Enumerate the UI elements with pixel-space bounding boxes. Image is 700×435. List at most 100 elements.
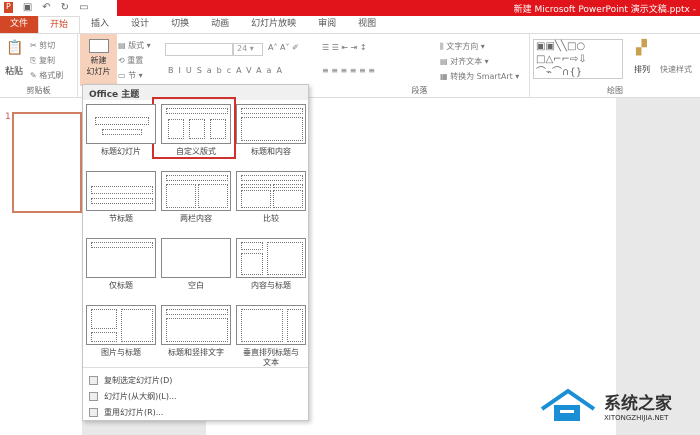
layout-option[interactable]: 节标题 [85,171,157,224]
watermark-url: XITONGZHIJIA.NET [604,413,669,422]
placeholder-box [91,198,153,204]
tab-view[interactable]: 视图 [347,16,387,33]
menu-item-reuse-slides[interactable]: 重用幻灯片(R)... [89,407,163,418]
layout-option[interactable]: 两栏内容 [160,171,232,224]
tab-design[interactable]: 设计 [120,16,160,33]
title-bar: P ▣ ↶ ↻ ▭ 新建 Microsoft PowerPoint 演示文稿.p… [0,0,700,16]
layout-label: 空白 [188,281,204,290]
placeholder-box [166,318,228,342]
layout-option[interactable]: 标题和内容 [235,104,307,157]
copy-label: 复制 [38,56,55,65]
layout-preview [86,305,156,345]
layout-label: 垂直排列标题与文本 [243,348,299,367]
placeholder-box [267,242,303,275]
paste-button[interactable]: 粘贴 [5,64,23,77]
placeholder-box [91,242,153,248]
layout-preview [161,305,231,345]
tab-animations[interactable]: 动画 [200,16,240,33]
copy-button[interactable]: ⎘ 复制 [30,55,55,66]
placeholder-box [166,184,196,208]
house-logo-icon [540,388,596,421]
menu-item-label: 幻灯片(从大纲)(L)... [104,392,177,401]
placeholder-box [287,309,303,342]
font-name-select[interactable] [165,43,233,56]
font-size-buttons[interactable]: A˄ A˅ ✐ [268,43,299,52]
new-slide-label-2: 幻灯片 [86,67,111,76]
paste-icon: 📋 [6,40,24,56]
font-format-buttons[interactable]: BIUSabcAVAaA [168,66,287,75]
section-button[interactable]: ▭ 节 ▾ [118,70,143,81]
placeholder-box [241,242,263,250]
format-painter-button[interactable]: ✎ 格式刷 [30,70,63,81]
layout-option[interactable]: 标题幻灯片 [85,104,157,157]
new-slide-button[interactable]: 新建 幻灯片 [80,34,117,86]
layout-label: 图片与标题 [101,348,141,357]
reset-button[interactable]: ⟲ 重置 [118,55,143,66]
new-slide-icon [88,39,109,53]
menu-separator [83,367,308,368]
layout-preview [86,104,156,144]
menu-item-label: 复制选定幻灯片(D) [104,376,173,385]
quick-access-toolbar: P ▣ ↶ ↻ ▭ [4,2,89,13]
layout-label: 版式 [128,41,145,50]
watermark-name: 系统之家 [604,393,672,414]
powerpoint-icon: P [4,2,13,13]
cut-label: 剪切 [39,41,56,50]
placeholder-box [273,190,303,208]
slide-number: 1 [5,112,11,122]
placeholder-box [241,253,263,275]
layout-option[interactable]: 比较 [235,171,307,224]
layout-preview [236,104,306,144]
layout-preview [161,238,231,278]
clipboard-group-label: 剪贴板 [26,86,51,95]
present-icon[interactable]: ▭ [79,2,88,13]
layout-preview [161,171,231,211]
tab-transitions[interactable]: 切换 [160,16,200,33]
placeholder-box [168,119,184,139]
tab-home[interactable]: 开始 [38,16,81,33]
layout-option[interactable]: 自定义版式 [160,104,232,157]
new-slide-dropdown: Office 主题 标题幻灯片 自定义版式 标题和内容 节标题 两栏内容 比较 仅标题 空白内… [82,84,309,421]
placeholder-box [166,108,228,114]
layout-option[interactable]: 仅标题 [85,238,157,291]
reset-label: 重置 [127,56,144,65]
cut-button[interactable]: ✂ 剪切 [30,40,55,51]
tab-slideshow[interactable]: 幻灯片放映 [240,16,307,33]
tab-insert[interactable]: 插入 [80,16,120,33]
tab-review[interactable]: 审阅 [307,16,347,33]
duplicate-icon [89,376,98,385]
placeholder-box [166,309,228,315]
layout-option[interactable]: 空白 [160,238,232,291]
layout-preview [86,171,156,211]
font-size-select[interactable]: 24 ▾ [233,43,263,56]
paragraph-group-label: 段落 [411,86,428,95]
layout-preview [236,171,306,211]
reuse-icon [89,408,98,417]
layout-option[interactable]: 图片与标题 [85,305,157,358]
placeholder-box [166,175,228,181]
menu-item-duplicate-slides[interactable]: 复制选定幻灯片(D) [89,375,172,386]
layout-option[interactable]: 内容与标题 [235,238,307,291]
placeholder-box [241,108,303,114]
placeholder-box [91,309,117,329]
layout-preview [161,104,231,144]
section-label: 节 [128,71,137,80]
layout-option[interactable]: 标题和竖排文字 [160,305,232,358]
slide-thumbnail[interactable] [12,112,82,213]
layout-label: 两栏内容 [180,214,212,223]
layout-label: 自定义版式 [176,147,216,156]
drawing-group-label: 绘图 [607,86,623,95]
menu-item-slides-from-outline[interactable]: 幻灯片(从大纲)(L)... [89,391,177,402]
tab-file[interactable]: 文件 [0,16,39,33]
outline-icon [89,392,98,401]
redo-icon[interactable]: ↻ [61,2,69,13]
layout-button[interactable]: ▤ 版式 ▾ [118,40,151,51]
undo-icon[interactable]: ↶ [42,2,50,13]
watermark-logo: 系统之家 XITONGZHIJIA.NET [540,385,672,425]
ribbon-tabs: 文件 开始 插入 设计 切换 动画 幻灯片放映 审阅 视图 [0,16,700,33]
layout-label: 节标题 [109,214,133,223]
layout-preview [86,238,156,278]
save-icon[interactable]: ▣ [23,2,32,13]
layout-option[interactable]: 垂直排列标题与文本 [235,305,307,368]
layout-label: 标题幻灯片 [101,147,141,156]
